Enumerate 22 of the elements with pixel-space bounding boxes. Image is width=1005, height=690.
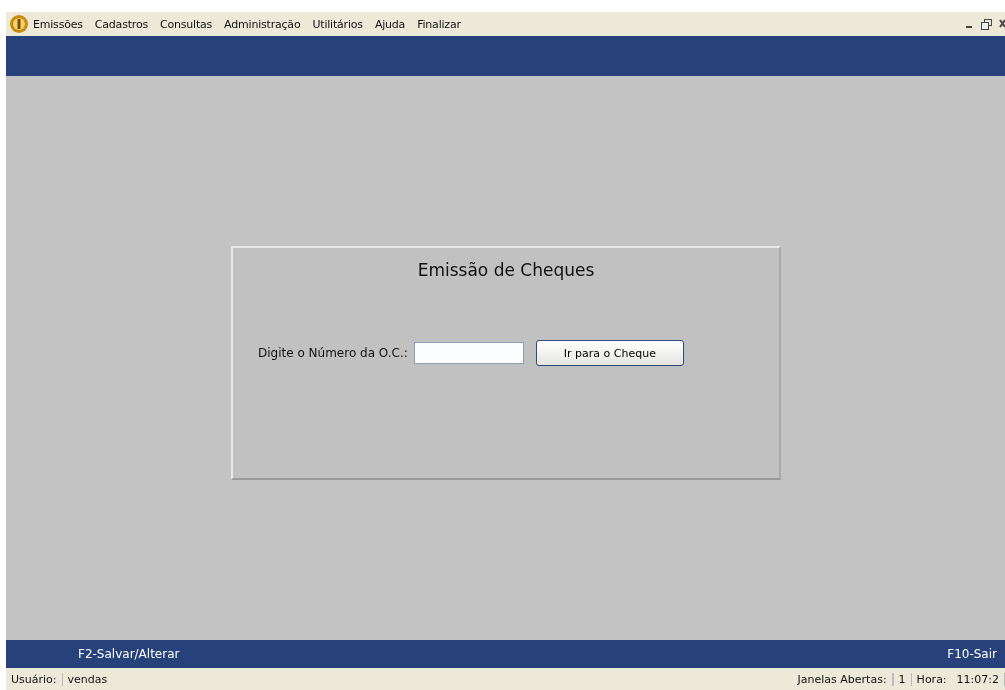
menu-item[interactable]: Consultas bbox=[159, 17, 213, 31]
close-icon[interactable] bbox=[999, 19, 1005, 29]
menu-item[interactable]: Ajuda bbox=[374, 17, 406, 31]
restore-icon[interactable] bbox=[981, 18, 992, 30]
menu-item[interactable]: Utilitários bbox=[312, 17, 363, 31]
input-field[interactable] bbox=[413, 342, 524, 364]
menu-item[interactable]: Finalizar bbox=[417, 17, 461, 31]
menu-item[interactable]: Emissões bbox=[33, 17, 83, 31]
status-value: 11:07:2 bbox=[951, 672, 1005, 686]
go-button[interactable]: Ir para o Cheque bbox=[535, 340, 684, 366]
status-value: vendas bbox=[61, 672, 113, 686]
function-key-hint: F10-Sair bbox=[947, 647, 997, 661]
field-label: Digite o Número da O.C.: bbox=[258, 346, 408, 360]
status-label: Usuário: bbox=[10, 672, 58, 686]
app-logo-icon bbox=[9, 14, 29, 34]
menu-item[interactable]: Administração bbox=[224, 17, 301, 31]
status-label: Janelas Abertas: bbox=[792, 672, 893, 686]
function-key-hint: F2-Salvar/Alterar bbox=[78, 647, 180, 661]
menu-item[interactable]: Cadastros bbox=[94, 17, 148, 31]
dialog-title: Emissão de Cheques bbox=[417, 260, 595, 280]
status-label: Hora: bbox=[915, 672, 948, 686]
status-value: 1 bbox=[892, 672, 912, 686]
